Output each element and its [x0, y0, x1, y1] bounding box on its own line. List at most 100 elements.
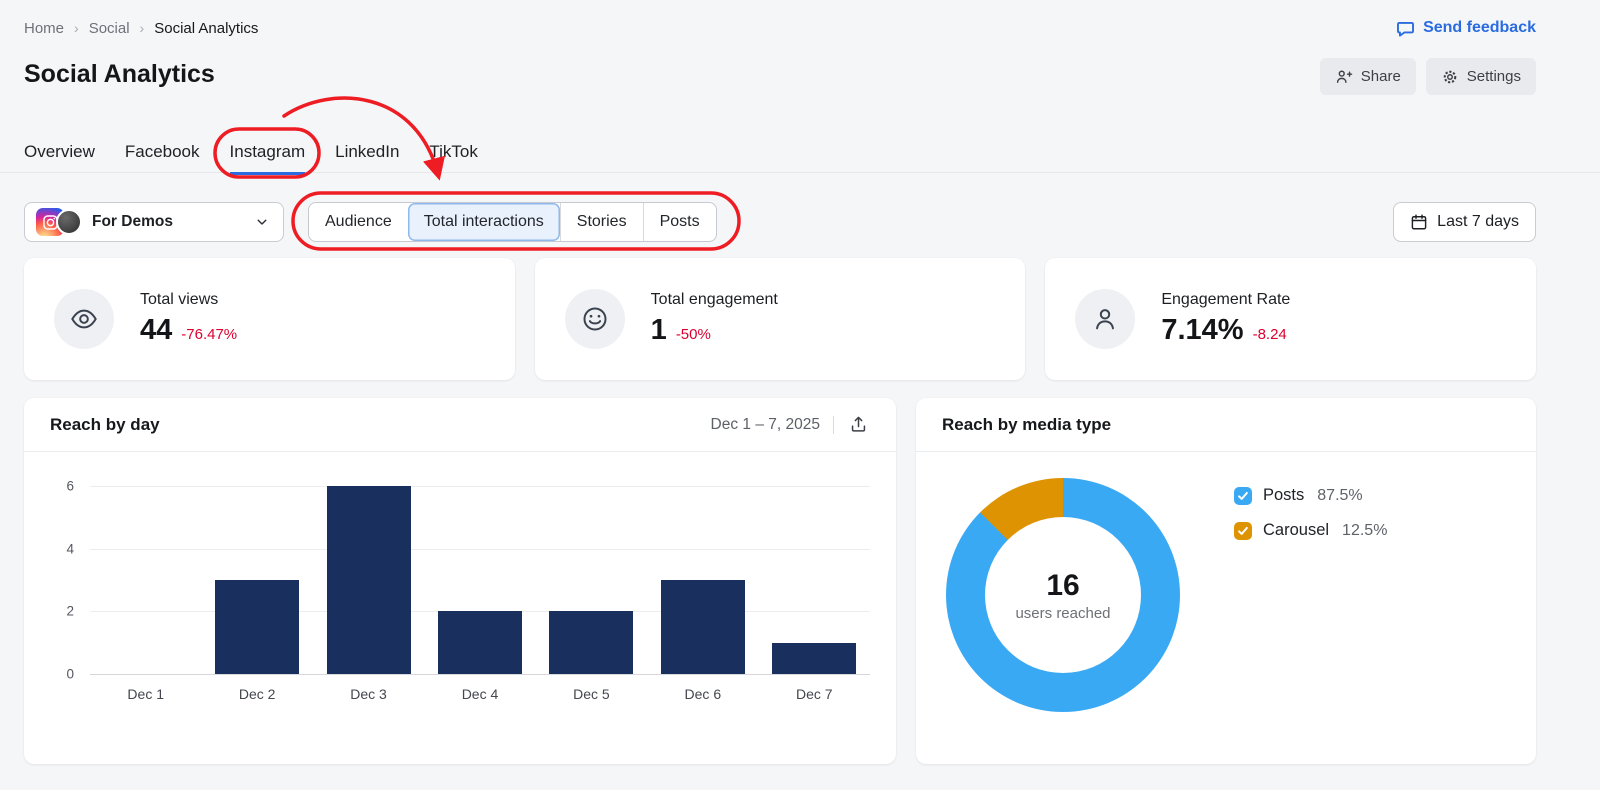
metric-card-engagement-rate: Engagement Rate 7.14% -8.24: [1045, 258, 1537, 380]
chevron-right-icon: ›: [74, 20, 79, 36]
chevron-right-icon: ›: [139, 20, 145, 36]
metric-delta: -50%: [675, 326, 711, 343]
y-axis-label: 6: [66, 478, 74, 494]
share-label: Share: [1360, 68, 1401, 85]
donut-center: 16 users reached: [985, 517, 1141, 673]
card-title: Reach by day: [50, 414, 160, 434]
bar-dec-4: [437, 611, 522, 674]
export-icon: [849, 415, 868, 434]
bottom-strip: [0, 790, 1600, 805]
metric-content: Total views 44 -76.47%: [140, 291, 237, 347]
page-title: Social Analytics: [24, 60, 215, 88]
gear-icon: [1441, 68, 1459, 86]
top-bar: Home › Social › Social Analytics Send fe…: [24, 16, 1536, 40]
breadcrumb-item-home[interactable]: Home: [24, 20, 64, 37]
segmented-control: Audience Total interactions Stories Post…: [308, 202, 717, 242]
metrics-row: Total views 44 -76.47% Total engagement …: [24, 258, 1537, 380]
breadcrumb-current: Social Analytics: [154, 19, 259, 37]
date-range-label: Last 7 days: [1437, 213, 1519, 230]
reach-by-day-card: Reach by day Dec 1 – 7, 2025 6420 Dec 1D…: [24, 398, 896, 764]
profile-icons: [36, 208, 82, 236]
bar-chart-xaxis: Dec 1 Dec 2 Dec 3 Dec 4 Dec 5 Dec 6 Dec 7: [90, 686, 870, 702]
bar-dec-7: [772, 642, 857, 674]
segment-total-interactions[interactable]: Total interactions: [407, 203, 560, 241]
charts-row: Reach by day Dec 1 – 7, 2025 6420 Dec 1D…: [24, 398, 1536, 764]
metric-card-total-engagement: Total engagement 1 -50%: [534, 258, 1026, 380]
bar-column: [424, 486, 535, 674]
eye-icon: [54, 289, 114, 349]
users-reached-value: 16: [1046, 568, 1080, 602]
avatar: [56, 209, 82, 235]
smiley-icon: [564, 289, 625, 349]
users-reached-label: users reached: [1015, 604, 1111, 622]
segment-audience[interactable]: Audience: [309, 203, 408, 241]
bar-column: [90, 486, 201, 674]
person-icon: [1075, 289, 1136, 349]
legend-label: Posts: [1263, 486, 1305, 504]
x-axis-label: Dec 5: [573, 686, 610, 702]
date-range-button[interactable]: Last 7 days: [1393, 202, 1536, 242]
tab-facebook[interactable]: Facebook: [125, 140, 200, 175]
tab-overview[interactable]: Overview: [24, 140, 95, 175]
tab-linkedin[interactable]: LinkedIn: [335, 140, 399, 175]
bar-chart-bars: [90, 486, 870, 674]
checkbox-carousel[interactable]: [1234, 521, 1252, 540]
x-axis-label: Dec 1: [127, 686, 164, 702]
legend-label: Carousel: [1263, 521, 1330, 539]
legend-item-posts[interactable]: Posts 87.5%: [1234, 486, 1387, 505]
bar-chart-plot: 6 4 2 0: [66, 479, 870, 682]
metric-delta: -8.24: [1252, 326, 1287, 343]
y-axis-label: 4: [66, 541, 74, 557]
metric-label: Total engagement: [650, 291, 778, 308]
tab-instagram[interactable]: Instagram: [229, 140, 306, 175]
settings-button[interactable]: Settings: [1425, 58, 1536, 95]
title-actions: Share Settings: [1319, 58, 1536, 95]
y-axis-label: 2: [66, 603, 74, 619]
metric-card-total-views: Total views 44 -76.47%: [24, 258, 515, 380]
bar-column: [759, 486, 870, 674]
send-feedback-link[interactable]: Send feedback: [1396, 19, 1536, 38]
donut-legend: Posts 87.5% Carousel 12.5%: [1234, 486, 1387, 540]
breadcrumb-item-social[interactable]: Social: [89, 20, 130, 37]
bar-column: [647, 486, 758, 674]
legend-value: 87.5%: [1317, 486, 1363, 504]
divider: [833, 415, 834, 434]
x-axis-label: Dec 6: [684, 686, 722, 702]
segment-stories[interactable]: Stories: [559, 203, 643, 241]
checkbox-posts[interactable]: [1234, 486, 1252, 505]
send-feedback-label: Send feedback: [1423, 19, 1536, 36]
profile-name: For Demos: [92, 213, 173, 230]
bar-chart: 6 4 2 0 Dec 1 Dec 2 Dec 3 Dec 4 Dec 5 Dec 6 Dec 7: [50, 479, 870, 702]
tab-tiktok[interactable]: TikTok: [429, 140, 478, 175]
metric-content: Total engagement 1 -50%: [651, 291, 778, 347]
metric-value: 1: [650, 314, 667, 346]
x-axis-label: Dec 7: [795, 686, 833, 702]
segment-posts[interactable]: Posts: [642, 203, 716, 241]
metric-label: Engagement Rate: [1161, 291, 1291, 308]
bar-column: [536, 486, 647, 674]
person-plus-icon: [1335, 68, 1353, 86]
y-axis-label: 0: [66, 666, 74, 682]
reach-by-media-card: Reach by media type 16 users reached Pos…: [916, 398, 1536, 764]
chat-bubble-icon: [1396, 19, 1415, 38]
profile-selector[interactable]: For Demos: [24, 202, 284, 242]
x-axis-label: Dec 2: [238, 686, 276, 702]
card-title: Reach by media type: [942, 414, 1112, 434]
chart-date-range: Dec 1 – 7, 2025: [710, 415, 820, 433]
breadcrumb: Home › Social › Social Analytics: [24, 20, 258, 37]
chevron-down-icon: [255, 215, 269, 229]
settings-label: Settings: [1466, 68, 1521, 85]
calendar-icon: [1410, 213, 1428, 231]
toolbar: For Demos Audience Total interactions St…: [24, 202, 1536, 242]
gridline: [90, 674, 870, 675]
x-axis-label: Dec 4: [461, 686, 499, 702]
tabs: Overview Facebook Instagram LinkedIn Tik…: [24, 140, 478, 175]
bar-dec-5: [549, 611, 634, 674]
legend-item-carousel[interactable]: Carousel 12.5%: [1234, 521, 1387, 540]
bar-column: [201, 486, 312, 674]
bar-column: [313, 486, 424, 674]
export-button[interactable]: [847, 413, 870, 436]
share-button[interactable]: Share: [1319, 58, 1416, 95]
x-axis-label: Dec 3: [350, 686, 387, 702]
legend-value: 12.5%: [1342, 521, 1388, 539]
